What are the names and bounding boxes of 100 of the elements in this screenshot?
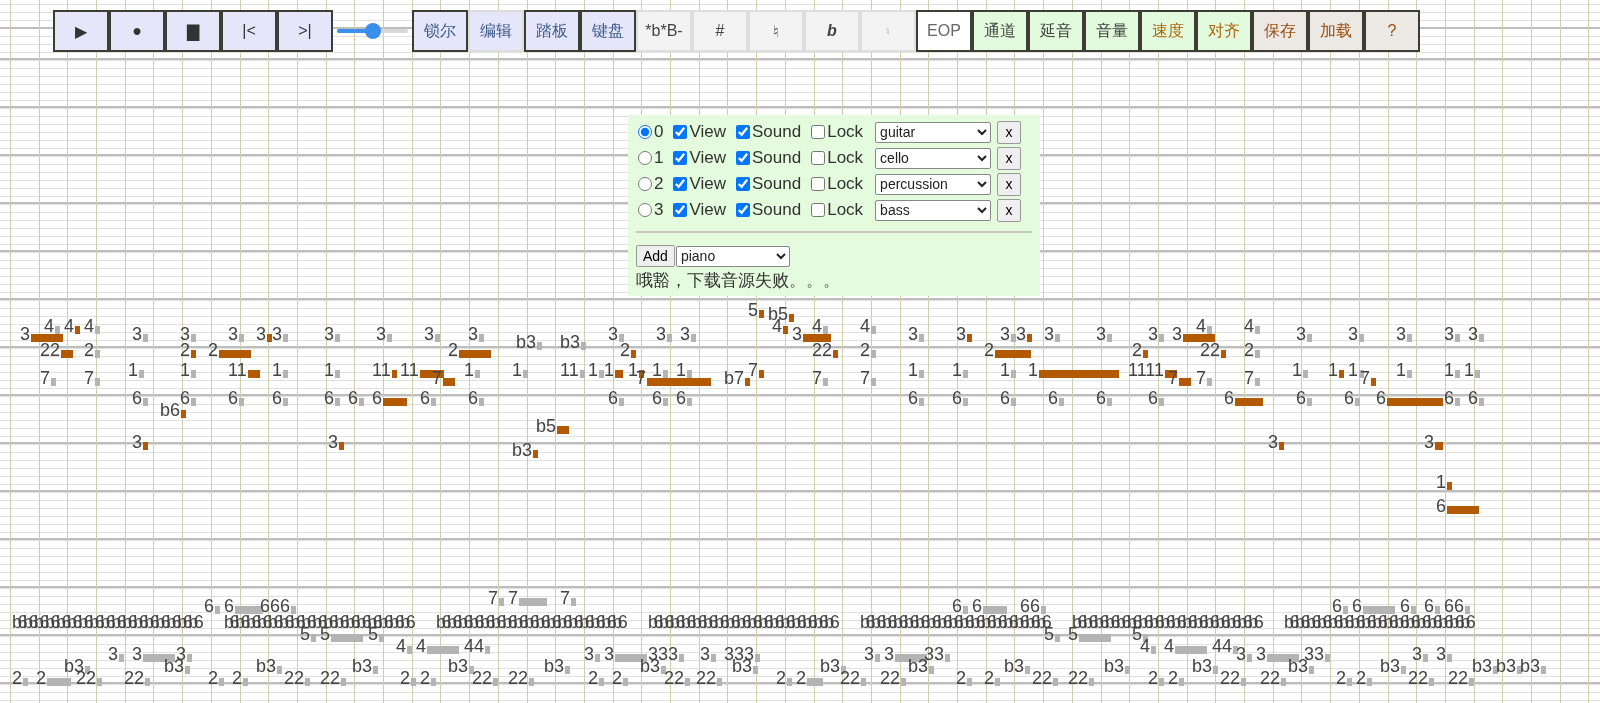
note-label: b3 [256,657,277,675]
toolbar-button[interactable]: 踏板 [524,10,580,52]
lock-checkbox[interactable] [811,151,826,165]
note-label: 4 [812,317,822,335]
sound-label: Sound [752,122,802,142]
note-label: 666 [260,597,291,615]
note-label: 2 [12,669,22,687]
sound-label: Sound [752,148,802,168]
note-label: 6 [224,597,234,615]
sound-label: Sound [752,200,802,220]
slider-thumb[interactable] [364,23,381,39]
note-label: 2 [796,669,806,687]
sound-checkbox[interactable] [736,203,750,217]
note-label: 3 [792,325,802,343]
note-label: b3 [1192,657,1213,675]
note-label: b3 [1104,657,1125,675]
instrument-select[interactable]: percussion [875,173,992,195]
sound-checkbox[interactable] [736,177,750,191]
toolbar-button[interactable]: # [692,10,748,52]
lock-label: Lock [827,148,864,168]
toolbar-button[interactable]: 延音 [1028,10,1084,52]
channel-radio[interactable] [638,151,652,165]
instrument-select[interactable]: guitar [875,121,992,143]
note-label: 3 [604,645,614,663]
note-label: b3 [1380,657,1401,675]
note-label: 6 [908,389,918,407]
remove-button[interactable]: x [997,172,1022,196]
remove-button[interactable]: x [997,198,1022,222]
note-label: 4 [1140,637,1150,655]
toolbar-button[interactable]: *b*B- [636,10,692,52]
toolbar-button[interactable]: ▶ [53,10,109,52]
toolbar-button[interactable]: ● [109,10,165,52]
note-label: 4 [64,317,74,335]
toolbar-button[interactable]: 音量 [1084,10,1140,52]
note-label: 4 [1164,637,1174,655]
note-label: 1 [628,361,638,379]
toolbar-button[interactable]: 对齐 [1196,10,1252,52]
sound-checkbox[interactable] [736,151,750,165]
note-label: 6 [1352,597,1362,615]
toolbar-button[interactable]: b [804,10,860,52]
toolbar-button[interactable]: 保存 [1252,10,1308,52]
note-label: b3 [1004,657,1025,675]
note-label: 3 [1348,325,1358,343]
note-label: b3 [820,657,841,675]
note-label: 6 [1224,389,1234,407]
note-label: 1 [604,361,614,379]
channel-radio[interactable] [638,125,652,139]
note-label: 22 [320,669,341,687]
toolbar-button[interactable]: >| [277,10,333,52]
note-label: 2 [448,341,458,359]
note-label: 1 [464,361,474,379]
remove-button[interactable]: x [997,146,1022,170]
view-checkbox[interactable] [673,151,688,165]
toolbar-button[interactable]: 加载 [1308,10,1364,52]
channel-radio[interactable] [638,177,652,191]
note-label: 7 [508,589,518,607]
note-label: 3 [656,325,666,343]
note-label: 4 [1196,317,1206,335]
toolbar-button[interactable]: 键盘 [580,10,636,52]
sound-checkbox[interactable] [736,125,750,139]
view-checkbox[interactable] [673,125,688,139]
instrument-select[interactable]: bass [875,199,992,221]
note-label: 6 [952,597,962,615]
note-label: 6 [180,389,190,407]
toolbar-button[interactable]: ♮ [748,10,804,52]
toolbar-button[interactable]: 编辑 [468,10,524,52]
toolbar-button[interactable]: 通道 [972,10,1028,52]
note-label: 3 [1412,645,1422,663]
note-label: 4 [44,317,54,335]
note-label: 7 [84,369,94,387]
note-label: 11 [372,361,391,379]
view-label: View [689,148,726,168]
note-label: 3 [1296,325,1306,343]
toolbar-button[interactable]: 速度 [1140,10,1196,52]
toolbar-button[interactable]: ▇ [165,10,221,52]
lock-checkbox[interactable] [811,203,826,217]
lock-label: Lock [827,122,864,142]
note-label: 6 [348,389,358,407]
toolbar-button[interactable]: EOP [916,10,972,52]
note-label: 1 [180,361,190,379]
note-label: 1 [324,361,334,379]
slider[interactable] [337,23,408,39]
view-checkbox[interactable] [673,203,688,217]
toolbar-button[interactable]: ? [1364,10,1420,52]
view-checkbox[interactable] [673,177,688,191]
note-label: 6 [1296,389,1306,407]
add-button[interactable]: Add [636,245,675,267]
toolbar-button[interactable]: |< [221,10,277,52]
note-label: 4 [860,317,870,335]
note-label: 6 [468,389,478,407]
lock-checkbox[interactable] [811,177,826,191]
toolbar-button[interactable]: 锁尔 [412,10,468,52]
channel-radio[interactable] [638,203,652,217]
instrument-select[interactable]: cello [875,147,992,169]
remove-button[interactable]: x [997,120,1022,144]
note-label: 6 [204,597,214,615]
lock-checkbox[interactable] [811,125,826,139]
instrument-select[interactable]: piano [675,245,790,267]
note-label: 11 [560,361,579,379]
note-label: 3 [680,325,690,343]
